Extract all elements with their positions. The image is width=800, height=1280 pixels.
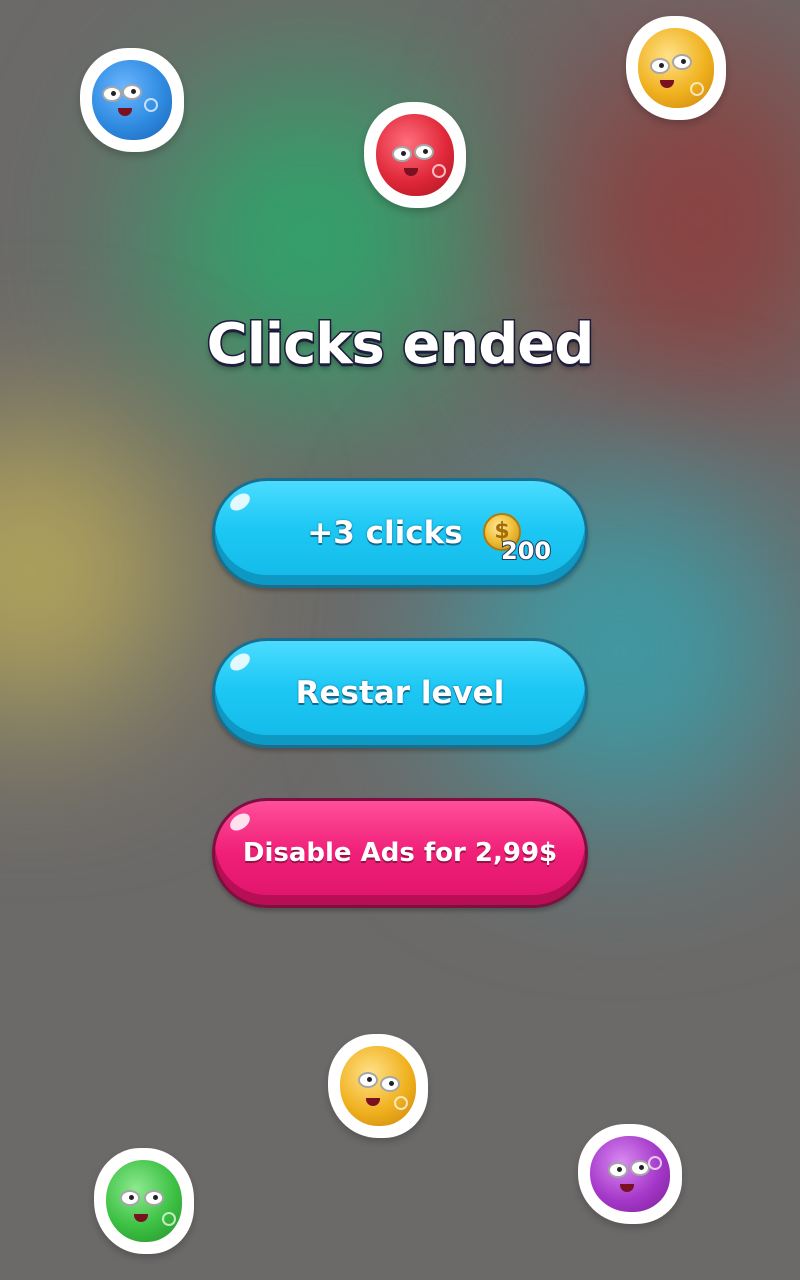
character-eye xyxy=(102,86,122,102)
character-eye xyxy=(358,1072,378,1088)
extra-clicks-label: +3 clicks xyxy=(307,515,463,551)
disable-ads-button[interactable]: Disable Ads for 2,99$ xyxy=(212,798,588,908)
character-eye xyxy=(392,146,412,162)
character-mouth xyxy=(404,168,418,176)
blue-jelly-character xyxy=(80,48,184,152)
disable-ads-label: Disable Ads for 2,99$ xyxy=(242,838,558,868)
character-bubble xyxy=(394,1096,408,1110)
character-bubble xyxy=(648,1156,662,1170)
character-body xyxy=(92,60,172,140)
character-bubble xyxy=(144,98,158,112)
character-eye xyxy=(120,1190,140,1206)
character-eye xyxy=(380,1076,400,1092)
red-jelly-character xyxy=(364,102,466,208)
button-gloss xyxy=(226,649,254,675)
character-eye xyxy=(414,144,434,160)
character-body xyxy=(376,114,454,196)
game-over-screen: Clicks ended +3 clicks $ 200 Restar leve… xyxy=(0,0,800,1280)
yellow-jelly-character xyxy=(626,16,726,120)
character-eye xyxy=(608,1162,628,1178)
character-mouth xyxy=(118,108,132,116)
background-glow-yellow xyxy=(0,420,180,720)
character-mouth xyxy=(660,80,674,88)
character-bubble xyxy=(162,1212,176,1226)
character-eye xyxy=(630,1160,650,1176)
character-mouth xyxy=(134,1214,148,1222)
character-body xyxy=(106,1160,182,1242)
page-title: Clicks ended xyxy=(205,311,596,379)
purple-jelly-character xyxy=(578,1124,682,1224)
green-jelly-character xyxy=(94,1148,194,1254)
restart-level-label: Restar level xyxy=(295,675,505,711)
character-mouth xyxy=(366,1098,380,1106)
character-bubble xyxy=(690,82,704,96)
coin-price: 200 xyxy=(500,536,552,566)
buy-extra-clicks-button[interactable]: +3 clicks $ 200 xyxy=(212,478,588,588)
button-gloss xyxy=(226,809,254,835)
character-eye xyxy=(650,58,670,74)
character-body xyxy=(638,28,714,108)
button-gloss xyxy=(226,489,254,515)
character-eye xyxy=(144,1190,164,1206)
character-bubble xyxy=(432,164,446,178)
restart-level-button[interactable]: Restar level xyxy=(212,638,588,748)
character-body xyxy=(340,1046,416,1126)
yellow-jelly-character xyxy=(328,1034,428,1138)
character-eye xyxy=(672,54,692,70)
character-body xyxy=(590,1136,670,1212)
character-mouth xyxy=(620,1184,634,1192)
character-eye xyxy=(122,84,142,100)
